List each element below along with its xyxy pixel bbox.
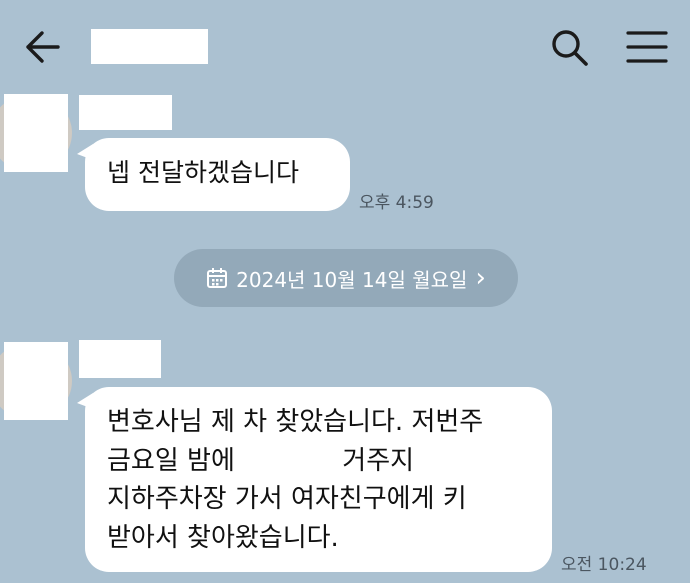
message-timestamp: 오전 10:24: [561, 555, 647, 575]
message-text: 변호사님 제 차 찾았습니다. 저번주 금요일 밤에 거주지 지하주차장 가서 …: [107, 403, 483, 557]
message-line: 금요일 밤에 거주지: [107, 445, 415, 476]
calendar-icon: [207, 268, 228, 288]
sender-name: [79, 95, 172, 130]
chevron-right-icon: ›: [475, 263, 486, 293]
message-line: 변호사님 제 차 찾았습니다. 저번주: [107, 407, 484, 437]
avatar[interactable]: [0, 342, 72, 420]
sender-name: [79, 340, 161, 378]
menu-button[interactable]: [626, 30, 668, 64]
date-divider[interactable]: 2024년 10월 14일 월요일 ›: [174, 249, 518, 307]
avatar[interactable]: [0, 94, 72, 172]
avatar-redaction: [4, 94, 68, 172]
message-line: 지하주차장 가서 여자친구에게 키: [107, 484, 467, 514]
chat-header: [0, 0, 690, 92]
message-bubble[interactable]: 변호사님 제 차 찾았습니다. 저번주 금요일 밤에 거주지 지하주차장 가서 …: [77, 387, 552, 572]
date-label: 2024년 10월 14일 월요일: [236, 267, 468, 292]
chat-title: [91, 29, 208, 64]
back-button[interactable]: [22, 26, 64, 68]
avatar-redaction: [4, 342, 68, 420]
search-icon: [552, 30, 588, 66]
arrow-left-icon: [26, 31, 60, 63]
search-button[interactable]: [548, 26, 590, 68]
hamburger-menu-icon: [626, 31, 668, 63]
message-bubble[interactable]: 넵 전달하겠습니다: [77, 138, 350, 211]
message-line: 받아서 찾아왔습니다.: [107, 522, 339, 553]
message-timestamp: 오후 4:59: [359, 193, 434, 213]
message-text: 넵 전달하겠습니다: [107, 158, 299, 187]
